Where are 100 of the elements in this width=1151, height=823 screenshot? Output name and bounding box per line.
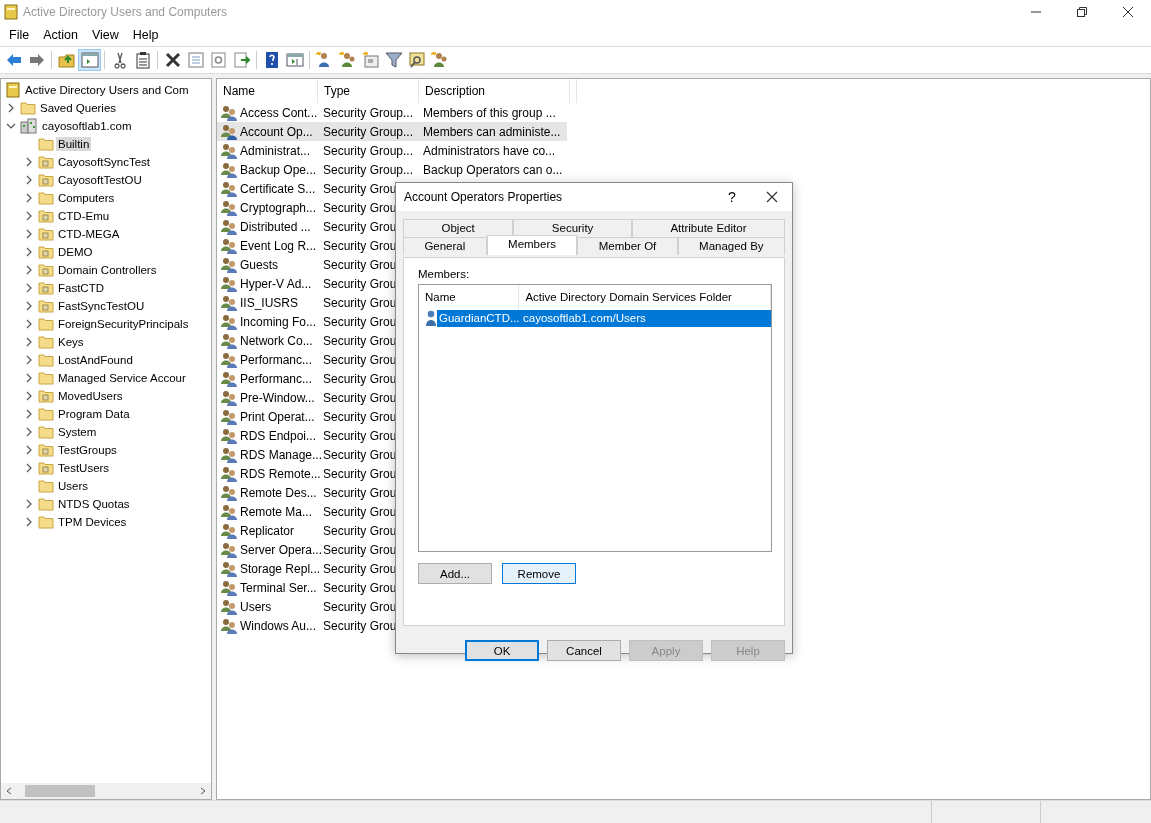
expand-chevron-icon[interactable] (24, 175, 34, 185)
expand-chevron-icon[interactable] (24, 409, 34, 419)
tree-item[interactable]: Builtin (56, 137, 92, 151)
folder-icon (38, 353, 54, 367)
tree-item[interactable]: LostAndFound (56, 353, 135, 367)
list-action-button[interactable]: Remove (502, 563, 576, 584)
tree-item[interactable]: CayosoftSyncTest (56, 155, 153, 169)
tab[interactable]: Object (403, 219, 514, 237)
tree-item[interactable]: Active Directory Users and Com (23, 83, 191, 97)
organizational-unit-icon (38, 461, 54, 475)
expand-chevron-icon[interactable] (24, 193, 34, 203)
expand-chevron-icon[interactable] (24, 301, 34, 311)
tree-toggle-icon[interactable] (78, 49, 101, 71)
expand-chevron-icon[interactable] (24, 319, 34, 329)
list-row[interactable]: Administrat... Security Group... Administrators have co... (217, 141, 567, 160)
expand-chevron-icon[interactable] (24, 247, 34, 257)
group-icon (221, 161, 238, 178)
tree-item[interactable]: TPM Devices (56, 515, 129, 529)
list-cell: Hyper-V Ad... (240, 276, 312, 291)
list-cell: Network Co... (240, 333, 313, 348)
tree-item[interactable]: FastCTD (56, 281, 106, 295)
expand-chevron-icon[interactable] (24, 445, 34, 455)
expand-chevron-icon[interactable] (24, 463, 34, 473)
expand-chevron-icon[interactable] (24, 355, 34, 365)
menu-item[interactable]: File (2, 28, 37, 42)
dialog-button[interactable]: OK (465, 640, 539, 661)
list-cell: Remote Ma... (240, 504, 313, 519)
collapse-chevron-icon[interactable] (6, 121, 16, 131)
column-header[interactable]: Name (217, 79, 318, 103)
tree-item[interactable]: TestGroups (56, 443, 119, 457)
list-cell-text: Security Group... (322, 143, 415, 158)
folder-icon (38, 407, 54, 421)
expand-chevron-icon[interactable] (6, 103, 16, 113)
expand-chevron-icon[interactable] (24, 391, 34, 401)
tree-item[interactable]: ForeignSecurityPrincipals (56, 317, 191, 331)
expand-chevron-icon[interactable] (24, 229, 34, 239)
tree-item[interactable]: System (56, 425, 99, 439)
tab[interactable]: Security (513, 219, 632, 237)
expand-chevron-icon[interactable] (24, 427, 34, 437)
group-icon (221, 351, 238, 368)
tree-item[interactable]: CTD-MEGA (56, 227, 122, 241)
expand-chevron-icon[interactable] (24, 337, 34, 347)
folder-icon (38, 425, 54, 439)
tree-item[interactable]: Keys (56, 335, 86, 349)
menu-item[interactable]: View (84, 28, 126, 42)
tree-item[interactable]: MovedUsers (56, 389, 125, 403)
tree-item[interactable]: Saved Queries (38, 101, 119, 115)
tree-item[interactable]: cayosoftlab1.com (40, 119, 134, 133)
tree-item[interactable]: Domain Controllers (56, 263, 159, 277)
member-row[interactable]: GuardianCTD... cayosoftlab1.com/Users (437, 309, 771, 327)
tree-item[interactable]: CTD-Emu (56, 209, 112, 223)
tab[interactable]: Member Of (577, 237, 678, 255)
list-cell: Performanc... (240, 371, 313, 386)
tree-item[interactable]: Managed Service Accour (56, 371, 188, 385)
tree-item[interactable]: Users (56, 479, 91, 493)
expand-chevron-icon[interactable] (24, 211, 34, 221)
column-header[interactable]: Description (419, 79, 570, 103)
list-cell: Terminal Ser... (240, 580, 317, 595)
column-header[interactable]: Active Directory Domain Services Folder (519, 285, 771, 309)
expand-chevron-icon[interactable] (24, 373, 34, 383)
list-cell: IIS_IUSRS (240, 295, 299, 310)
expand-chevron-icon[interactable] (24, 283, 34, 293)
tree-item[interactable]: DEMO (56, 245, 95, 259)
filter-icon[interactable] (382, 49, 405, 71)
column-header[interactable]: Type (318, 79, 419, 103)
horizontal-scrollbar[interactable] (1, 783, 211, 799)
tree-item[interactable]: TestUsers (56, 461, 112, 475)
tab[interactable]: General (403, 237, 487, 255)
list-action-button[interactable]: Add... (418, 563, 492, 584)
tree-item[interactable]: FastSyncTestOU (56, 299, 147, 313)
selected-list-row[interactable]: Account Op... Security Group... Members can administe... (217, 122, 567, 141)
column-header[interactable]: Name (419, 285, 520, 309)
tree-item[interactable]: NTDS Quotas (56, 497, 132, 511)
group-icon (221, 484, 238, 501)
list-cell-text: Administrators have co... (422, 143, 557, 158)
list-cell-text: Members of this group ... (422, 105, 557, 120)
dialog-button[interactable]: Cancel (547, 640, 621, 661)
tree-item[interactable]: Program Data (56, 407, 132, 421)
folder-icon (38, 479, 54, 493)
expand-chevron-icon[interactable] (24, 265, 34, 275)
tab[interactable]: Managed By (677, 237, 785, 255)
organizational-unit-icon (38, 227, 54, 241)
help-button[interactable]: ? (712, 183, 752, 211)
list-row[interactable]: Backup Ope... Security Group... Backup Operators can o... (217, 160, 567, 179)
group-icon (221, 332, 238, 349)
organizational-unit-icon (38, 245, 54, 259)
list-cell: Distributed ... (240, 219, 311, 234)
tree-item[interactable]: Computers (56, 191, 117, 205)
tab[interactable]: Attribute Editor (631, 219, 785, 237)
folder-icon (20, 101, 36, 115)
menu-item[interactable]: Help (125, 28, 166, 42)
organizational-unit-icon (38, 443, 54, 457)
tree-item[interactable]: CayosoftTestOU (56, 173, 144, 187)
expand-chevron-icon[interactable] (24, 157, 34, 167)
expand-chevron-icon[interactable] (24, 517, 34, 527)
close-icon (1123, 7, 1133, 17)
menu-item[interactable]: Action (36, 28, 85, 42)
expand-chevron-icon[interactable] (24, 499, 34, 509)
list-row[interactable]: Access Cont... Security Group... Members of this group ... (217, 103, 567, 122)
tab[interactable]: Members (486, 235, 578, 255)
